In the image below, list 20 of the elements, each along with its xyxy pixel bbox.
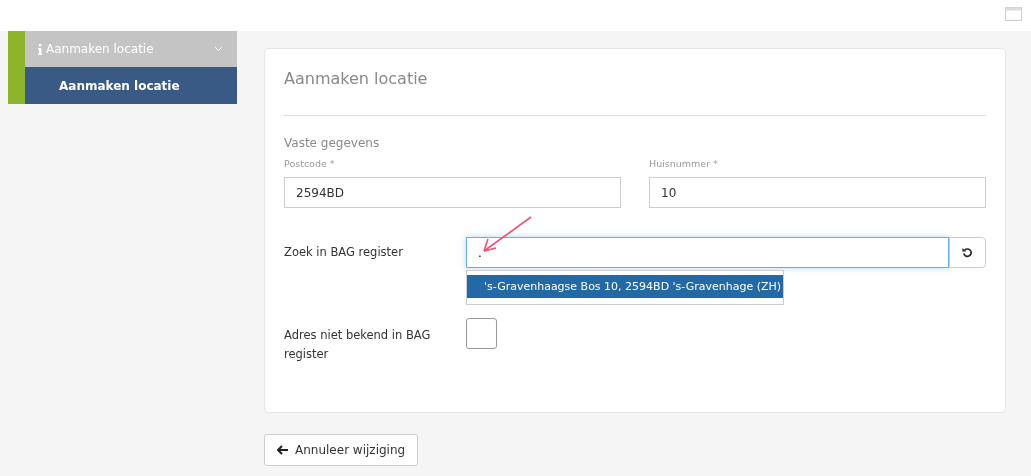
arrow-left-icon <box>277 445 288 455</box>
form-title: Aanmaken locatie <box>284 68 429 90</box>
sidebar-header-label: Aanmaken locatie <box>46 42 155 56</box>
field-label: Zoek in BAG register <box>284 244 404 261</box>
cancel-button[interactable]: Annuleer wijziging <box>264 434 419 466</box>
field-label: Huisnummer * <box>649 158 719 169</box>
checkbox[interactable] <box>466 318 497 349</box>
info-icon <box>38 43 42 55</box>
field-label: Adres niet bekend in BAG register <box>284 327 432 363</box>
chevron-icon <box>214 46 223 52</box>
search-field[interactable]: . <box>466 237 949 268</box>
field-label: Postcode * <box>284 158 336 169</box>
undo-icon <box>962 247 973 258</box>
postcode-field[interactable]: 2594BD <box>284 177 621 208</box>
reset-button[interactable] <box>949 237 986 268</box>
section-title: Vaste gegevens <box>284 136 381 150</box>
house-number-field[interactable]: 10 <box>649 177 986 208</box>
window-icon[interactable] <box>1005 7 1022 21</box>
sidebar-item[interactable]: Aanmaken locatie <box>25 67 237 104</box>
suggestion-item[interactable]: 's-Gravenhaagse Bos 10, 2594BD 's-Gravenhage (ZH) <box>467 275 783 298</box>
